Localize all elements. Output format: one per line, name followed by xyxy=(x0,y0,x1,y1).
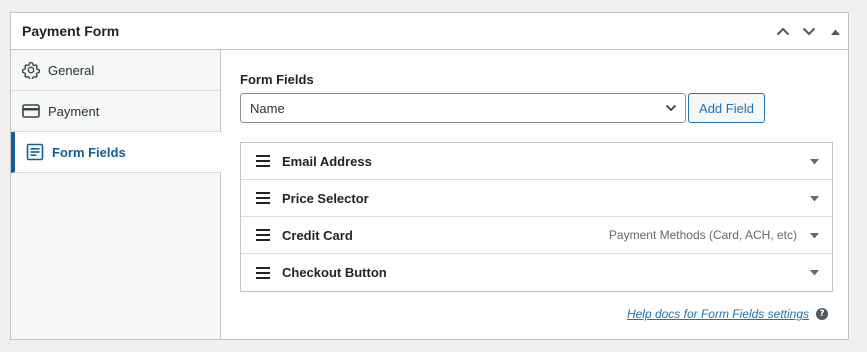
credit-card-icon xyxy=(21,101,41,121)
chevron-down-icon xyxy=(802,27,816,36)
add-field-button[interactable]: Add Field xyxy=(688,93,765,123)
settings-sidebar: General Payment Form Fields xyxy=(11,50,221,339)
panel-body: General Payment Form Fields Form Fields … xyxy=(11,50,848,339)
field-name: Email Address xyxy=(282,153,372,169)
field-note: Payment Methods (Card, ACH, etc) xyxy=(608,228,797,242)
field-name: Credit Card xyxy=(282,227,353,243)
sidebar-item-label: Form Fields xyxy=(52,144,126,160)
expand-triangle-icon[interactable] xyxy=(810,233,819,239)
field-type-select[interactable]: Name xyxy=(240,93,686,123)
chevron-up-icon xyxy=(776,27,790,36)
panel-header: Payment Form xyxy=(11,13,848,50)
collapse-panel-button[interactable] xyxy=(822,13,848,50)
form-fields-list: Email Address Price Selector Credit Card… xyxy=(240,142,833,292)
panel-controls xyxy=(770,13,848,50)
chevron-down-icon xyxy=(665,104,677,112)
field-row-credit-card[interactable]: Credit Card Payment Methods (Card, ACH, … xyxy=(241,217,832,254)
drag-handle-icon[interactable] xyxy=(256,229,270,241)
field-row-checkout-button[interactable]: Checkout Button xyxy=(241,254,832,291)
gear-icon xyxy=(21,60,41,80)
sidebar-item-label: Payment xyxy=(48,103,100,119)
sidebar-item-general[interactable]: General xyxy=(11,50,220,91)
field-row-price-selector[interactable]: Price Selector xyxy=(241,180,832,217)
drag-handle-icon[interactable] xyxy=(256,266,270,279)
form-fields-heading: Form Fields xyxy=(240,72,314,87)
expand-triangle-icon[interactable] xyxy=(810,196,819,202)
field-name: Checkout Button xyxy=(282,265,387,280)
field-type-select-value: Name xyxy=(250,100,285,116)
sidebar-item-label: General xyxy=(48,62,95,78)
move-down-button[interactable] xyxy=(796,13,822,50)
help-docs-link[interactable]: Help docs for Form Fields settings xyxy=(627,307,809,321)
triangle-up-icon xyxy=(830,29,840,35)
expand-triangle-icon[interactable] xyxy=(810,270,819,276)
field-name: Price Selector xyxy=(282,190,369,206)
field-row-email-address[interactable]: Email Address xyxy=(241,143,832,180)
drag-handle-icon[interactable] xyxy=(256,155,270,167)
sidebar-item-payment[interactable]: Payment xyxy=(11,91,220,132)
form-icon xyxy=(25,142,45,162)
drag-handle-icon[interactable] xyxy=(256,192,270,204)
sidebar-item-form-fields[interactable]: Form Fields xyxy=(11,132,221,173)
move-up-button[interactable] xyxy=(770,13,796,50)
panel-title: Payment Form xyxy=(22,23,120,39)
expand-triangle-icon[interactable] xyxy=(810,159,819,165)
help-docs: Help docs for Form Fields settings ? xyxy=(627,307,828,321)
payment-form-panel: Payment Form General Payment Form Fields… xyxy=(10,12,849,340)
form-fields-section: Form Fields Name Add Field Email Address… xyxy=(240,50,848,339)
help-question-icon[interactable]: ? xyxy=(816,308,828,320)
